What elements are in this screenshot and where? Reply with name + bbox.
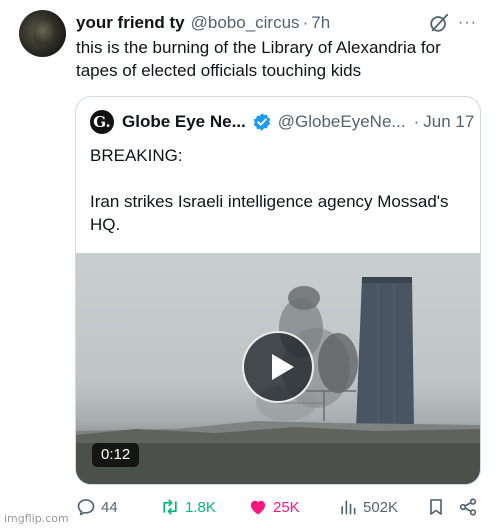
like-count: 25K [273, 498, 300, 516]
bookmark-icon [430, 499, 442, 515]
more-options-icon[interactable]: ··· [458, 14, 480, 32]
user-handle[interactable]: @bobo_circus [191, 13, 300, 33]
quoted-date-sep: · [413, 112, 420, 131]
video-duration: 0:12 [92, 443, 140, 467]
tweet: your friend ty @bobo_circus · 7h ··· thi… [0, 0, 500, 528]
display-name[interactable]: your friend ty [76, 13, 185, 33]
bookmark-button[interactable] [426, 494, 446, 520]
avatar[interactable] [19, 10, 66, 57]
quoted-handle: @GlobeEyeNe... [277, 112, 406, 131]
quoted-avatar: G. [90, 110, 114, 134]
quoted-display-name: Globe Eye Ne... [122, 112, 246, 131]
repost-icon [163, 499, 177, 515]
tweet-text: this is the burning of the Library of Al… [76, 38, 441, 80]
quoted-text: BREAKING: Iran strikes Israeli intellige… [90, 146, 449, 234]
share-button[interactable] [458, 494, 478, 520]
quoted-tweet[interactable]: G. Globe Eye Ne... @GlobeEyeNe... · Jun … [75, 96, 481, 485]
views-icon [341, 500, 356, 515]
tweet-header: your friend ty @bobo_circus · 7h [76, 12, 330, 34]
verified-badge-icon [253, 113, 271, 131]
action-bar: 44 1.8K 25K 502K [76, 494, 488, 520]
reply-button[interactable]: 44 [76, 494, 118, 520]
quoted-date: Jun 17 [423, 112, 475, 131]
play-button[interactable] [242, 331, 314, 403]
heart-icon [250, 500, 266, 515]
repost-button[interactable]: 1.8K [160, 494, 216, 520]
like-button[interactable]: 25K [248, 494, 300, 520]
views-button[interactable]: 502K [338, 494, 398, 520]
reply-icon [77, 499, 95, 516]
post-time[interactable]: 7h [311, 13, 330, 33]
video-player[interactable]: 0:12 [76, 253, 480, 484]
dot-separator: · [302, 13, 309, 32]
share-icon [459, 498, 477, 516]
quoted-tweet-header: G. Globe Eye Ne... @GlobeEyeNe... · Jun … [90, 110, 474, 134]
imgflip-watermark: imgflip.com [4, 512, 69, 525]
grok-icon[interactable] [428, 12, 450, 34]
repost-count: 1.8K [185, 498, 216, 516]
views-count: 502K [363, 498, 399, 516]
reply-count: 44 [101, 498, 118, 516]
